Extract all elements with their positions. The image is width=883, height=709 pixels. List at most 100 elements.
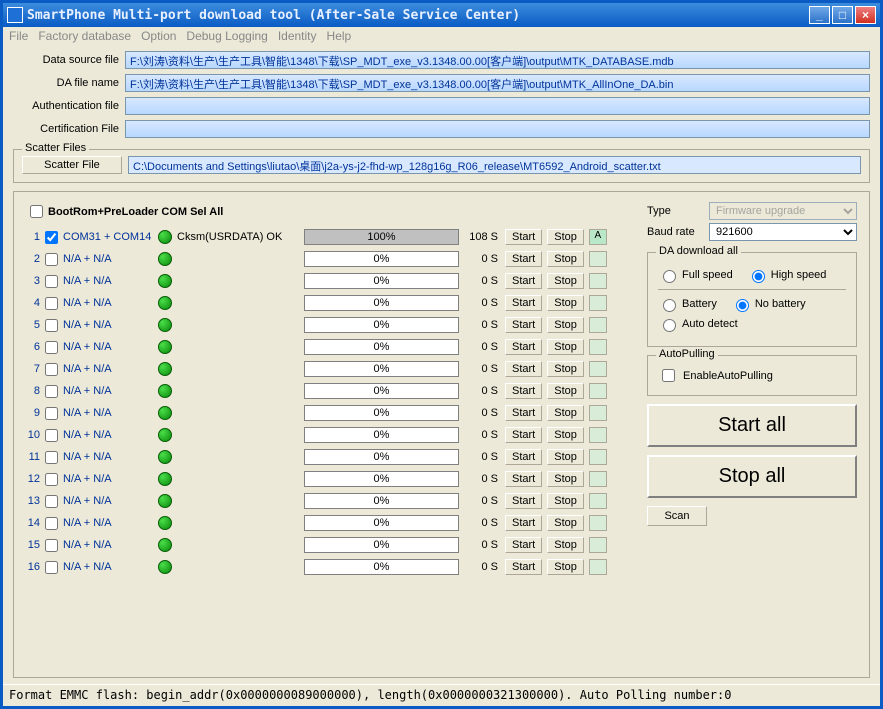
- port-time: 0 S: [464, 407, 500, 419]
- menu-help[interactable]: Help: [327, 29, 352, 43]
- minimize-button[interactable]: _: [809, 6, 830, 24]
- radio-high-speed[interactable]: High speed: [747, 267, 827, 283]
- port-number: 13: [26, 495, 40, 507]
- port-start-button[interactable]: Start: [505, 295, 542, 311]
- port-flag: [589, 515, 607, 531]
- port-com-label: N/A + N/A: [63, 341, 153, 353]
- radio-auto-detect[interactable]: Auto detect: [658, 316, 738, 332]
- radio-battery[interactable]: Battery: [658, 296, 717, 312]
- port-row: 6 N/A + N/A 0% 0 S Start Stop: [26, 336, 635, 358]
- scan-button[interactable]: Scan: [647, 506, 707, 526]
- port-start-button[interactable]: Start: [505, 361, 542, 377]
- status-dot-icon: [158, 538, 172, 552]
- port-enable-checkbox[interactable]: [45, 407, 58, 420]
- status-dot-icon: [158, 516, 172, 530]
- menu-file[interactable]: File: [9, 29, 28, 43]
- port-start-button[interactable]: Start: [505, 229, 542, 245]
- port-flag: [589, 361, 607, 377]
- port-stop-button[interactable]: Stop: [547, 361, 584, 377]
- auth-field[interactable]: [125, 97, 870, 115]
- menu-option[interactable]: Option: [141, 29, 176, 43]
- port-time: 0 S: [464, 473, 500, 485]
- port-stop-button[interactable]: Stop: [547, 515, 584, 531]
- port-start-button[interactable]: Start: [505, 471, 542, 487]
- port-enable-checkbox[interactable]: [45, 385, 58, 398]
- port-start-button[interactable]: Start: [505, 383, 542, 399]
- port-number: 1: [26, 231, 40, 243]
- radio-full-speed[interactable]: Full speed: [658, 267, 733, 283]
- progress-bar: 0%: [304, 339, 459, 355]
- dafile-label: DA file name: [13, 77, 125, 89]
- port-start-button[interactable]: Start: [505, 251, 542, 267]
- status-dot-icon: [158, 318, 172, 332]
- port-start-button[interactable]: Start: [505, 559, 542, 575]
- menu-factory-database[interactable]: Factory database: [38, 29, 131, 43]
- port-stop-button[interactable]: Stop: [547, 405, 584, 421]
- port-start-button[interactable]: Start: [505, 339, 542, 355]
- port-enable-checkbox[interactable]: [45, 451, 58, 464]
- port-stop-button[interactable]: Stop: [547, 493, 584, 509]
- port-start-button[interactable]: Start: [505, 273, 542, 289]
- port-stop-button[interactable]: Stop: [547, 251, 584, 267]
- port-start-button[interactable]: Start: [505, 449, 542, 465]
- port-enable-checkbox[interactable]: [45, 275, 58, 288]
- port-enable-checkbox[interactable]: [45, 319, 58, 332]
- port-stop-button[interactable]: Stop: [547, 449, 584, 465]
- scatter-file-button[interactable]: Scatter File: [22, 156, 122, 174]
- da-group-legend: DA download all: [656, 245, 741, 257]
- port-start-button[interactable]: Start: [505, 537, 542, 553]
- port-number: 12: [26, 473, 40, 485]
- port-start-button[interactable]: Start: [505, 515, 542, 531]
- port-time: 0 S: [464, 561, 500, 573]
- port-stop-button[interactable]: Stop: [547, 317, 584, 333]
- type-select[interactable]: Firmware upgrade: [709, 202, 857, 220]
- port-stop-button[interactable]: Stop: [547, 471, 584, 487]
- port-stop-button[interactable]: Stop: [547, 559, 584, 575]
- autopull-checkbox[interactable]: EnableAutoPulling: [658, 366, 846, 385]
- port-stop-button[interactable]: Stop: [547, 273, 584, 289]
- port-status-text: Cksm(USRDATA) OK: [177, 231, 299, 243]
- port-start-button[interactable]: Start: [505, 405, 542, 421]
- start-all-button[interactable]: Start all: [647, 404, 857, 447]
- port-enable-checkbox[interactable]: [45, 429, 58, 442]
- scatter-path-field[interactable]: C:\Documents and Settings\liutao\桌面\j2a-…: [128, 156, 861, 174]
- port-stop-button[interactable]: Stop: [547, 537, 584, 553]
- status-dot-icon: [158, 450, 172, 464]
- close-button[interactable]: ×: [855, 6, 876, 24]
- progress-bar: 0%: [304, 493, 459, 509]
- baud-select[interactable]: 921600: [709, 223, 857, 241]
- stop-all-button[interactable]: Stop all: [647, 455, 857, 498]
- port-stop-button[interactable]: Stop: [547, 383, 584, 399]
- port-enable-checkbox[interactable]: [45, 561, 58, 574]
- port-enable-checkbox[interactable]: [45, 341, 58, 354]
- radio-no-battery[interactable]: No battery: [731, 296, 806, 312]
- port-stop-button[interactable]: Stop: [547, 339, 584, 355]
- datasource-field[interactable]: F:\刘涛\资料\生产\生产工具\智能\1348\下载\SP_MDT_exe_v…: [125, 51, 870, 69]
- port-enable-checkbox[interactable]: [45, 297, 58, 310]
- port-start-button[interactable]: Start: [505, 493, 542, 509]
- dafile-field[interactable]: F:\刘涛\资料\生产\生产工具\智能\1348\下载\SP_MDT_exe_v…: [125, 74, 870, 92]
- cert-field[interactable]: [125, 120, 870, 138]
- port-enable-checkbox[interactable]: [45, 495, 58, 508]
- menu-identity[interactable]: Identity: [278, 29, 317, 43]
- port-enable-checkbox[interactable]: [45, 517, 58, 530]
- port-enable-checkbox[interactable]: [45, 473, 58, 486]
- port-com-label: N/A + N/A: [63, 297, 153, 309]
- port-enable-checkbox[interactable]: [45, 363, 58, 376]
- port-com-label: N/A + N/A: [63, 495, 153, 507]
- port-start-button[interactable]: Start: [505, 427, 542, 443]
- port-enable-checkbox[interactable]: [45, 539, 58, 552]
- port-row: 9 N/A + N/A 0% 0 S Start Stop: [26, 402, 635, 424]
- port-enable-checkbox[interactable]: [45, 231, 58, 244]
- port-com-label: N/A + N/A: [63, 429, 153, 441]
- port-start-button[interactable]: Start: [505, 317, 542, 333]
- maximize-button[interactable]: □: [832, 6, 853, 24]
- port-stop-button[interactable]: Stop: [547, 229, 584, 245]
- port-time: 0 S: [464, 429, 500, 441]
- port-stop-button[interactable]: Stop: [547, 295, 584, 311]
- port-enable-checkbox[interactable]: [45, 253, 58, 266]
- autopull-legend: AutoPulling: [656, 348, 718, 360]
- menu-debug-logging[interactable]: Debug Logging: [186, 29, 267, 43]
- port-stop-button[interactable]: Stop: [547, 427, 584, 443]
- bootrom-sel-all-checkbox[interactable]: [30, 205, 43, 218]
